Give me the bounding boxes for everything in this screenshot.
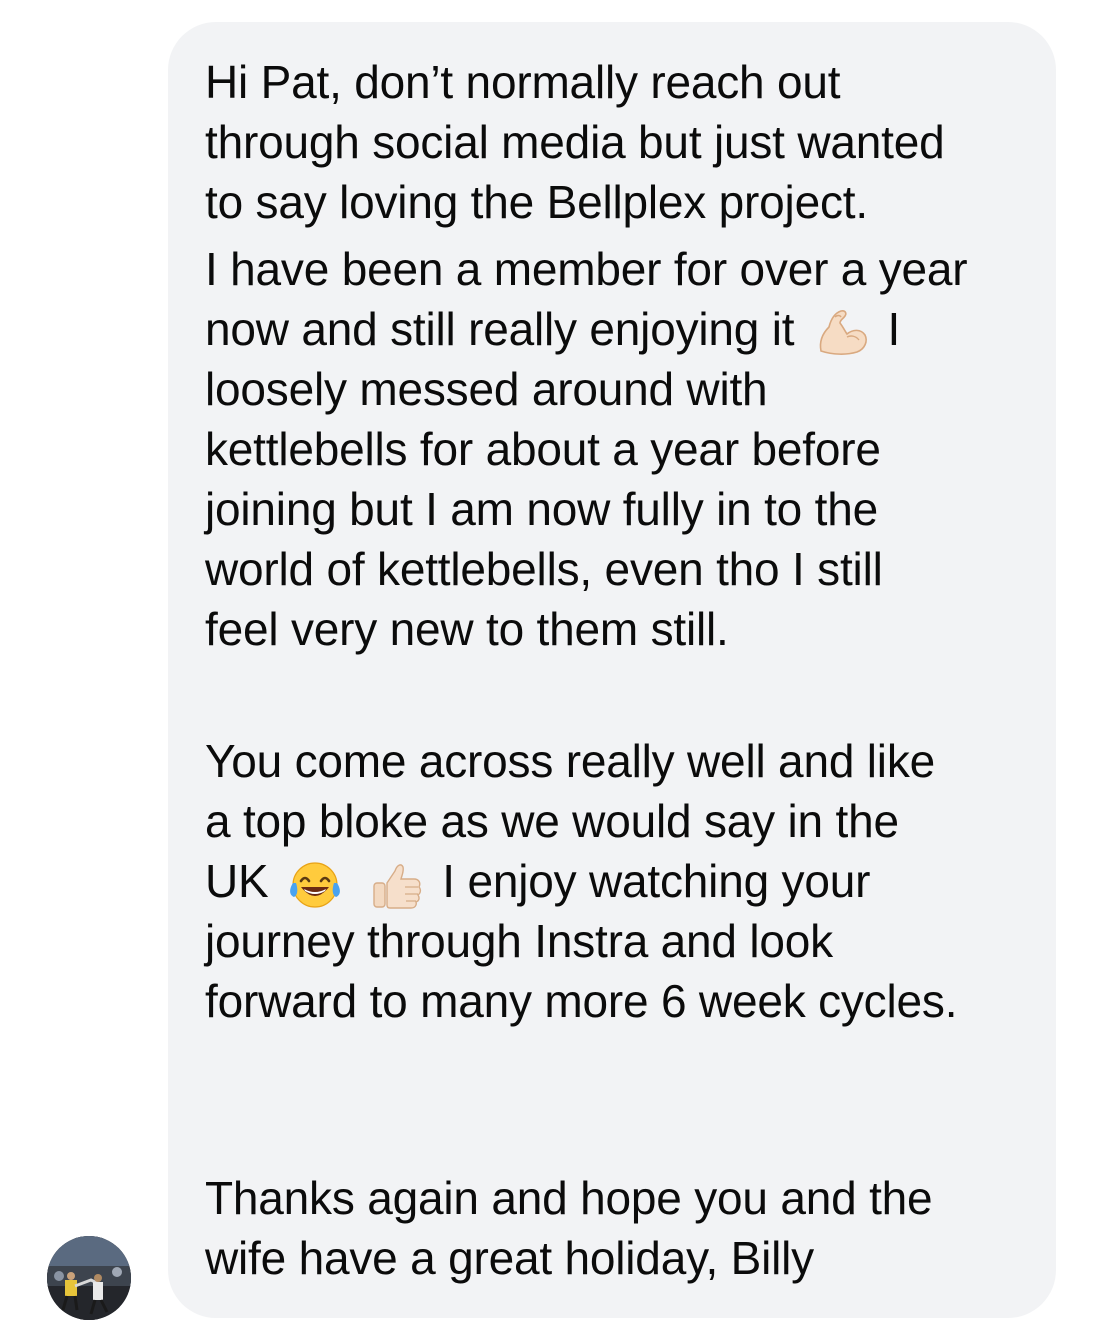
message-line: Thanks again and hope you and the [205,1172,933,1224]
message-text: I enjoy watching your [442,855,871,907]
message-text: I [887,303,901,355]
message-line: wife have a great holiday, Billy [205,1232,814,1284]
message-text: now and still really enjoying it [205,303,795,355]
message-line: journey through Instra and look [205,915,833,967]
message-line: UK I enjoy watching your [205,851,870,911]
chat-view: Hi Pat, don’t normally reach out through… [0,0,1108,1328]
message-line: through social media but just wanted [205,116,945,168]
flexed-biceps-icon [813,307,869,359]
message-line: You come across really well and like [205,735,936,787]
message-line: I have been a member for over a year [205,243,968,295]
message-line: world of kettlebells, even tho I still [205,543,883,595]
message-line: forward to many more 6 week cycles. [205,975,958,1027]
tears-of-joy-icon [287,859,343,911]
message-line: loosely messed around with [205,363,768,415]
message-line: now and still really enjoying it I [205,299,900,359]
message-line: to say loving the Bellplex project. [205,176,868,228]
message-text: UK [205,855,269,907]
thumbs-up-icon [368,859,424,911]
message-line: feel very new to them still. [205,603,729,655]
message-line: Hi Pat, don’t normally reach out [205,56,841,108]
message-line: joining but I am now fully in to the [205,483,878,535]
message-line: a top bloke as we would say in the [205,795,899,847]
avatar[interactable] [47,1236,131,1320]
message-line: kettlebells for about a year before [205,423,881,475]
